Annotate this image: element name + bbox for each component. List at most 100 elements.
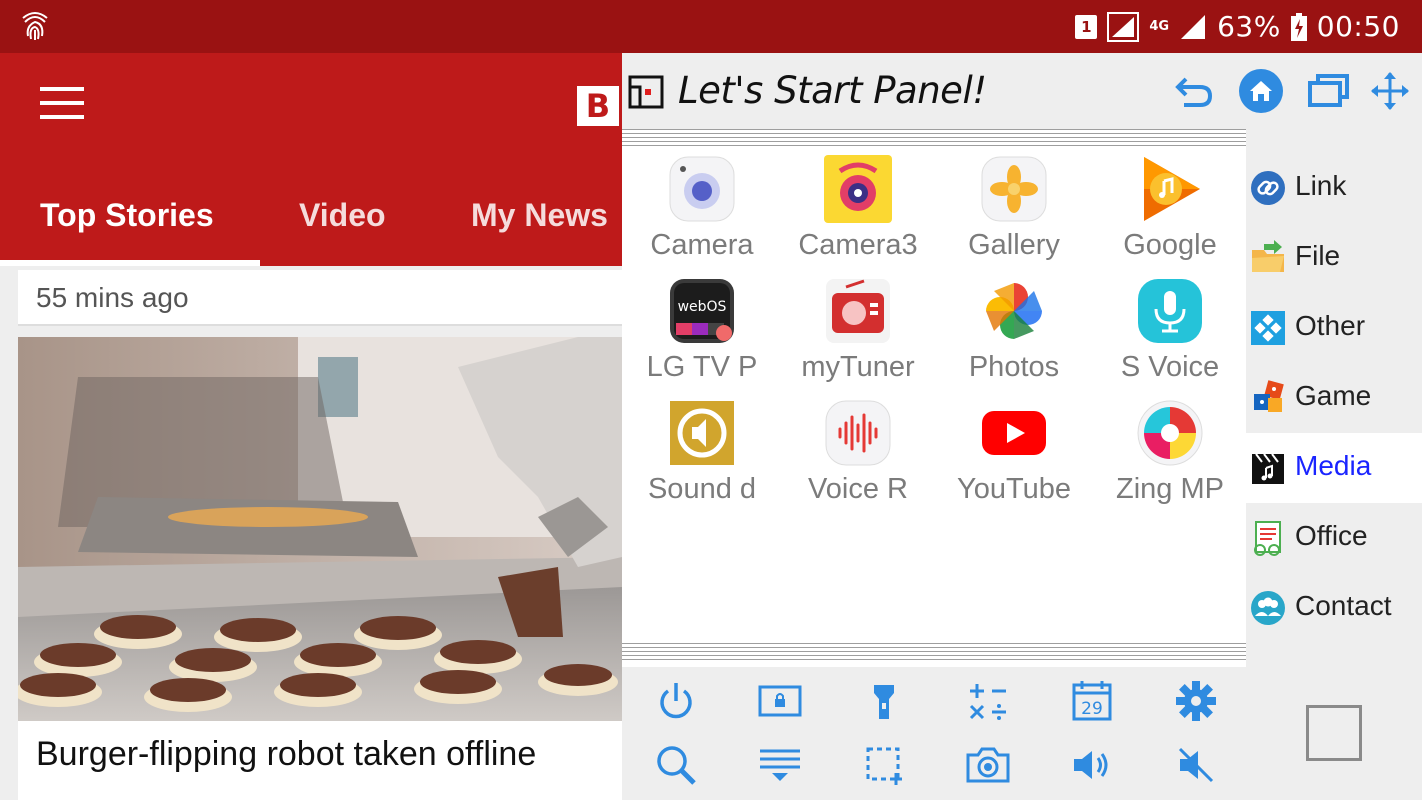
search-icon[interactable]: [654, 743, 698, 787]
undo-icon[interactable]: [1172, 69, 1216, 113]
tab-video[interactable]: Video: [299, 197, 386, 234]
story-headline-card[interactable]: Burger-flipping robot taken offline: [18, 721, 622, 800]
settings-gear-icon[interactable]: [1174, 679, 1218, 723]
tab-top-stories[interactable]: Top Stories: [40, 197, 214, 234]
home-icon[interactable]: [1239, 69, 1283, 113]
app-camera[interactable]: Camera: [624, 151, 780, 273]
game-icon: [1254, 380, 1284, 412]
lg-tv-plus-icon: webOS: [670, 279, 734, 343]
app-sound-detector[interactable]: Sound d: [624, 395, 780, 517]
app-label: Gallery: [968, 229, 1060, 261]
clock: 00:50: [1316, 10, 1400, 43]
signal-sim1-icon: [1107, 11, 1140, 42]
panel-title: Let's Start Panel!: [678, 69, 987, 112]
category-label: Contact: [1295, 590, 1392, 621]
gallery-icon: [981, 156, 1047, 222]
s-voice-icon: [1138, 279, 1202, 343]
windows-icon[interactable]: [1306, 69, 1350, 113]
google-play-music-icon: [1144, 157, 1200, 221]
category-link[interactable]: Link: [1246, 153, 1422, 223]
category-office[interactable]: Office: [1246, 503, 1422, 573]
app-label: Camera3: [798, 229, 918, 261]
fingerprint-icon: [22, 12, 48, 40]
category-label: Link: [1295, 170, 1347, 201]
volume-icon[interactable]: [1070, 743, 1114, 787]
sound-detector-icon: [670, 401, 734, 465]
story-timestamp: 55 mins ago: [36, 282, 189, 313]
app-label: Camera: [650, 229, 754, 261]
app-label: Voice R: [808, 473, 908, 505]
move-icon[interactable]: [1368, 69, 1412, 113]
category-game[interactable]: Game: [1246, 363, 1422, 433]
category-other[interactable]: Other: [1246, 293, 1422, 363]
app-zing-mp3[interactable]: Zing MP: [1092, 395, 1248, 517]
tab-my-news[interactable]: My News: [471, 197, 608, 234]
app-mytuner[interactable]: myTuner: [780, 273, 936, 395]
folder-icon: [1252, 240, 1284, 272]
app-youtube[interactable]: YouTube: [936, 395, 1092, 517]
category-sidebar: Link File Other Game Media Office Contac…: [1246, 129, 1422, 800]
office-icon: [1254, 521, 1281, 556]
flashlight-icon[interactable]: [862, 679, 906, 723]
quick-actions-bar: 29: [622, 667, 1246, 800]
camera3-icon: [824, 155, 892, 223]
sim-slot-icon: 1: [1075, 14, 1098, 39]
app-label: LG TV P: [646, 351, 758, 383]
panel-divider-top: [622, 129, 1246, 149]
app-photos[interactable]: Photos: [936, 273, 1092, 395]
app-label: Photos: [968, 351, 1060, 383]
category-file[interactable]: File: [1246, 223, 1422, 293]
category-media[interactable]: Media: [1246, 433, 1422, 503]
power-icon[interactable]: [654, 679, 698, 723]
panel-divider-bottom: [622, 643, 1246, 663]
story-image[interactable]: [18, 337, 622, 721]
screen: 1 4G 63% 00:50 B Top Stories Video My Ne…: [0, 0, 1422, 800]
category-label: Other: [1295, 310, 1366, 341]
news-app-header: B Top Stories Video My News: [0, 53, 622, 266]
app-gallery[interactable]: Gallery: [936, 151, 1092, 273]
zing-mp3-icon: [1137, 400, 1203, 466]
panel-logo-icon: [628, 75, 664, 109]
start-panel: Let's Start Panel! Camera Camera3 Galler…: [622, 53, 1422, 800]
camera-icon: [669, 156, 735, 222]
category-label: Game: [1295, 380, 1372, 411]
link-icon: [1251, 171, 1285, 205]
app-camera3[interactable]: Camera3: [780, 151, 936, 273]
screenshot-region-icon[interactable]: [862, 743, 906, 787]
lock-screen-icon[interactable]: [758, 679, 802, 723]
youtube-icon: [982, 411, 1046, 455]
app-google-play-music[interactable]: Google: [1092, 151, 1248, 273]
recent-apps-square-button[interactable]: [1306, 705, 1362, 761]
app-label: Google: [1123, 229, 1217, 261]
calendar-day: 29: [1081, 699, 1103, 719]
app-label: Zing MP: [1116, 473, 1224, 505]
status-bar: 1 4G 63% 00:50: [0, 0, 1422, 53]
app-label: Sound d: [647, 473, 757, 505]
clapperboard-icon: [1252, 453, 1284, 484]
app-label: S Voice: [1120, 351, 1220, 383]
app-lg-tv-plus[interactable]: webOS LG TV P: [624, 273, 780, 395]
story-headline: Burger-flipping robot taken offline: [36, 735, 537, 773]
category-label: Media: [1295, 450, 1372, 481]
menu-icon[interactable]: [40, 87, 84, 121]
signal-sim2-icon: [1181, 14, 1206, 39]
google-photos-icon: [986, 283, 1042, 339]
app-voice-recorder[interactable]: Voice R: [780, 395, 936, 517]
battery-percent: 63%: [1217, 10, 1281, 43]
category-contact[interactable]: Contact: [1246, 573, 1422, 643]
app-s-voice[interactable]: S Voice: [1092, 273, 1248, 395]
calendar-icon[interactable]: 29: [1070, 679, 1114, 723]
other-icon: [1251, 311, 1285, 345]
mute-icon[interactable]: [1174, 743, 1218, 787]
calculator-icon[interactable]: [966, 679, 1010, 723]
news-feed[interactable]: 55 mins ago Burger-flipping robot taken …: [0, 266, 622, 800]
camera-capture-icon[interactable]: [966, 743, 1010, 787]
category-label: Office: [1295, 520, 1368, 551]
category-label: File: [1295, 240, 1341, 271]
app-logo: B: [577, 86, 619, 126]
story-card-top[interactable]: 55 mins ago: [18, 270, 622, 326]
app-grid: Camera Camera3 Gallery Google webOS LG T…: [622, 149, 1246, 643]
panel-toolbar: Let's Start Panel!: [622, 53, 1422, 129]
notification-shade-icon[interactable]: [758, 743, 802, 787]
battery-charging-icon: [1290, 12, 1307, 41]
